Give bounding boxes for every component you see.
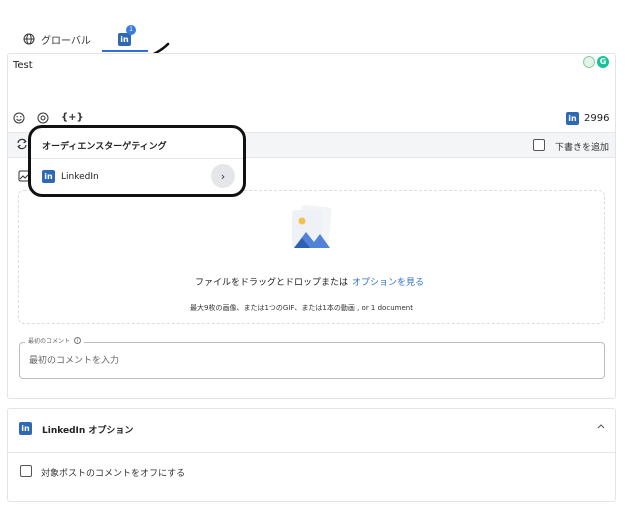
first-comment-label-wrap: 最初のコメント i xyxy=(25,336,85,345)
variables-button[interactable]: {+} xyxy=(61,112,84,123)
draft-checkbox[interactable] xyxy=(533,139,545,151)
linkedin-icon: in xyxy=(42,170,55,183)
mention-icon[interactable] xyxy=(37,112,49,124)
linkedin-options-icon: in xyxy=(19,422,32,435)
tab-badge: 1 xyxy=(126,25,136,35)
chevron-up-icon[interactable] xyxy=(596,422,606,430)
drag-drop-text: ファイルをドラッグとドロップまたは xyxy=(195,278,349,288)
emoji-icon[interactable] xyxy=(13,112,25,124)
view-options-link[interactable]: オプションを見る xyxy=(352,275,424,288)
character-counter: 2996 xyxy=(584,113,610,124)
disable-comments-label: 対象ポストのコメントをオフにする xyxy=(41,469,186,479)
first-comment-placeholder: 最初のコメントを入力 xyxy=(29,356,120,366)
audience-targeting-popup: オーディエンスターゲティング in LinkedIn › xyxy=(28,125,246,197)
popup-linkedin-item[interactable]: in LinkedIn xyxy=(42,170,99,183)
first-comment-label: 最初のコメント xyxy=(28,338,71,345)
disable-comments-checkbox[interactable] xyxy=(20,465,32,477)
draft-label: 下書きを追加 xyxy=(555,143,610,153)
post-text[interactable]: Test xyxy=(13,60,33,71)
linkedin-count-icon: in xyxy=(566,112,579,125)
linkedin-options-title[interactable]: LinkedIn オプション xyxy=(42,423,133,436)
popup-item-label: LinkedIn xyxy=(61,171,99,182)
popup-divider xyxy=(31,158,243,159)
image-placeholder-icon xyxy=(292,204,332,248)
popup-title: オーディエンスターゲティング xyxy=(42,142,167,152)
grammarly-icon[interactable]: G xyxy=(597,56,609,68)
info-icon: i xyxy=(74,337,82,344)
chevron-right-icon[interactable]: › xyxy=(211,164,235,188)
options-divider xyxy=(7,452,616,453)
bulb-icon[interactable] xyxy=(583,56,595,68)
sync-icon[interactable] xyxy=(15,137,29,151)
media-limits-text: 最大9枚の画像、または1つのGIF、または1本の動画 , or 1 docume… xyxy=(190,304,413,312)
